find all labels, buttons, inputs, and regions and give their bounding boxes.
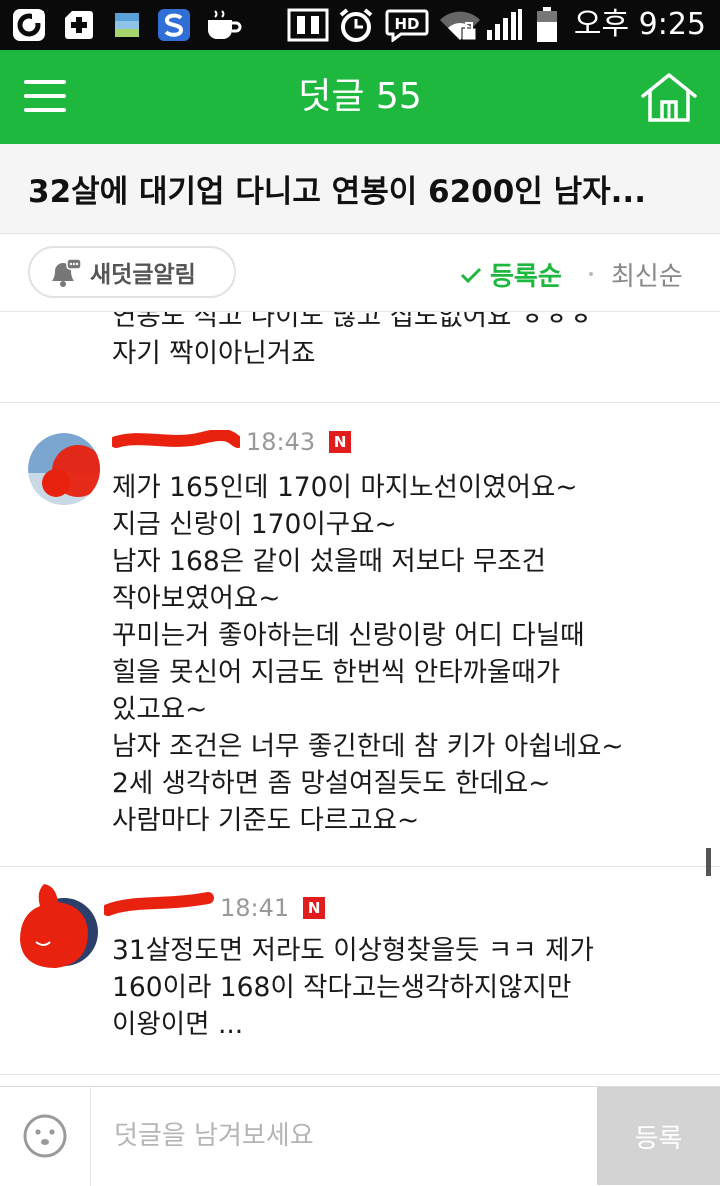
opera-icon [10,8,48,42]
comment-line: 연봉도 적고 나이도 많고 집도없어요 ㅎㅎㅎ [112,312,593,332]
submit-button[interactable]: 등록 [597,1087,720,1185]
comment-input[interactable] [92,1087,597,1185]
comment-body-partial: 연봉도 적고 나이도 많고 집도없어요 ㅎㅎㅎ 자기 짝이아닌거죠 [112,312,593,372]
author-redacted-scribble [110,428,244,450]
coffee-cup-icon [204,8,244,42]
comment-line: 남자 조건은 너무 좋긴한데 참 키가 아쉽네요~ [112,731,624,762]
signal-bars-icon [484,8,524,42]
comment-divider [0,1074,720,1075]
comment-line: 작아보였어요~ [112,583,281,614]
new-comment-alert-label: 새덧글알림 [90,262,196,288]
sort-separator-dot [589,272,593,276]
avatar[interactable] [20,884,100,974]
comment-line: 힐을 못신어 지금도 한번씩 안타까울때가 [112,657,561,688]
comment-line: 이왕이면 ... [112,1009,244,1040]
nfc-icon [286,8,330,42]
app-bar: 덧글 55 [0,50,720,144]
home-icon [641,73,697,122]
new-comment-alert-button[interactable]: 새덧글알림 [28,246,236,298]
check-icon [460,267,482,283]
comment-body: 31살정도면 저라도 이상형찾을듯 ㅋㅋ 제가 160이라 168이 작다고는생… [112,932,594,1043]
sort-bar: 새덧글알림 등록순 최신순 [0,234,720,312]
comment-line: 사람마다 기준도 다르고요~ [112,805,420,836]
hd-label: HD [394,15,419,33]
comment-line: 160이라 168이 작다고는생각하지않지만 [112,972,572,1003]
comment-time: 18:43 [246,428,316,456]
medical-cross-icon [60,8,98,42]
avatar[interactable] [28,433,100,505]
battery-icon [534,7,560,42]
article-title[interactable]: 32살에 대기업 다니고 연봉이 6200인 남자... [0,144,720,234]
comment-line: 꾸미는거 좋아하는데 신랑이랑 어디 다닐때 [112,620,585,651]
sort-registered-option[interactable]: 등록순 [460,256,562,293]
sort-registered-label: 등록순 [490,262,562,292]
comment-divider [0,402,720,403]
page-title: 덧글 55 [298,76,422,117]
comment-body: 제가 165인데 170이 마지노선이였어요~ 지금 신랑이 170이구요~ 남… [112,469,624,839]
sort-latest-option[interactable]: 최신순 [611,256,683,293]
comment-time: 18:41 [220,894,290,922]
comment-meta: 18:43 N [246,428,352,456]
comment-line: 2세 생각하면 좀 망설여질듯도 한데요~ [112,768,551,799]
status-time: 오후 9:25 [573,7,706,42]
author-redacted-scribble [102,892,214,918]
scrollbar[interactable] [706,848,711,876]
input-separator [90,1087,91,1186]
comment-line: 제가 165인데 170이 마지노선이였어요~ [112,472,578,503]
comment-line: 31살정도면 저라도 이상형찾을듯 ㅋㅋ 제가 [112,935,594,966]
flag-icon [112,8,142,42]
comment-list[interactable]: 연봉도 적고 나이도 많고 집도없어요 ㅎㅎㅎ 자기 짝이아닌거죠 18:43 … [0,312,720,1078]
s-app-icon [156,8,192,42]
wifi-lock-icon [438,8,482,42]
smiley-face-icon [23,1114,67,1158]
comment-meta: 18:41 N [220,894,326,922]
status-bar: HD 오후 9:25 [0,0,720,50]
new-badge: N [329,431,352,453]
hd-voice-icon: HD [384,8,430,42]
new-badge: N [303,897,326,919]
comment-line: 지금 신랑이 170이구요~ [112,509,397,540]
comment-line: 있고요~ [112,694,208,725]
alarm-clock-icon [336,8,376,42]
comment-input-bar: 등록 [0,1086,720,1186]
comment-divider [0,866,720,867]
sticker-button[interactable] [22,1113,68,1159]
bell-icon [52,258,82,287]
comment-line: 자기 짝이아닌거죠 [112,338,316,369]
home-button[interactable] [640,72,698,124]
comment-line: 남자 168은 같이 섰을때 저보다 무조건 [112,546,547,577]
